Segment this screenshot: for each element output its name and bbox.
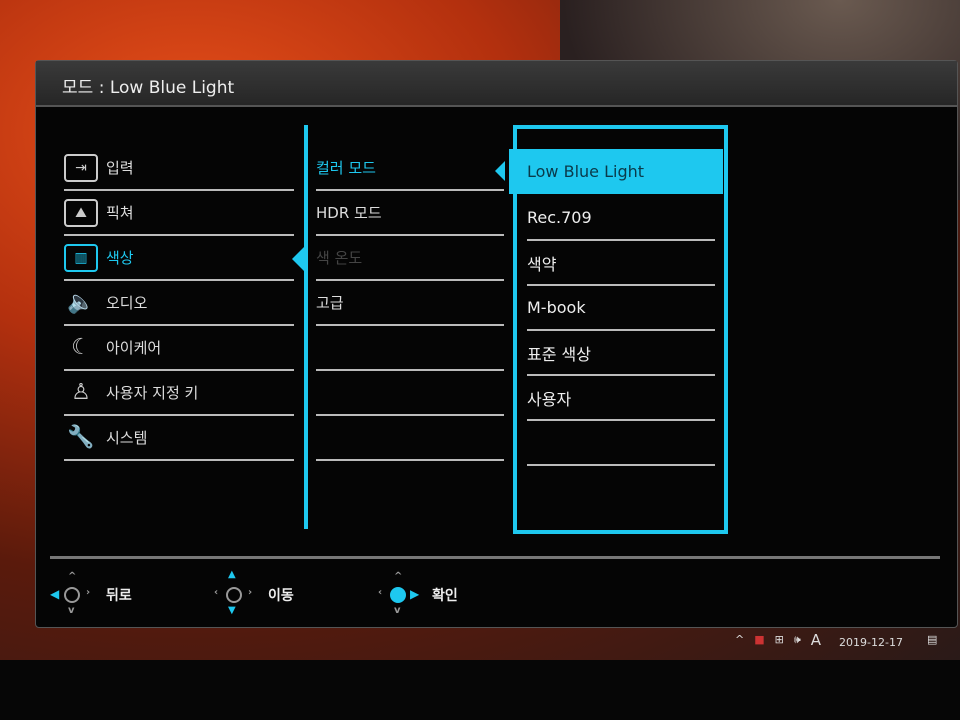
mode-value: Low Blue Light	[109, 78, 235, 98]
menu-item-label: 아이케어	[106, 339, 162, 357]
mode-label: 모드	[62, 78, 94, 98]
menu-item-eyecare[interactable]: ☾ 아이케어	[64, 326, 294, 371]
windows-taskbar-tray: ^ ■ ⊞ 🕪 A 2019-12-17 ▤	[735, 630, 937, 650]
ime-indicator[interactable]: A	[811, 631, 821, 649]
submenu-label: HDR 모드	[316, 204, 382, 222]
submenu-label: 컬러 모드	[316, 159, 376, 177]
option-standard[interactable]: 표준 색상	[527, 331, 715, 376]
option-rec709[interactable]: Rec.709	[527, 196, 715, 241]
submenu-color-mode[interactable]: 컬러 모드	[316, 146, 504, 191]
option-m-book[interactable]: M-book	[527, 286, 715, 331]
option-label: 사용자	[527, 389, 572, 409]
joystick-left-icon: ^ ◀ › v	[50, 571, 91, 616]
osd-menu: 모드 : Low Blue Light ⇥ 입력 ⛰ 픽쳐 ▥ 색상 🔈 오디오 ☾ 아이…	[35, 60, 958, 628]
menu-item-custom-key[interactable]: ♙ 사용자 지정 키	[64, 371, 294, 416]
menu-item-label: 픽쳐	[106, 204, 134, 222]
column-divider	[304, 125, 308, 529]
highlight-pointer	[495, 161, 505, 181]
menu-item-input[interactable]: ⇥ 입력	[64, 146, 294, 191]
eyecare-icon: ☾	[71, 335, 91, 360]
submenu-empty	[316, 326, 504, 371]
notification-icon[interactable]: ▤	[927, 633, 937, 646]
submenu-advanced[interactable]: 고급	[316, 281, 504, 326]
joystick-updown-icon: ▲ ‹ › ▼	[214, 569, 253, 616]
option-user[interactable]: 사용자	[527, 376, 715, 421]
speaker-icon: 🔈	[67, 290, 95, 315]
option-label: M-book	[527, 298, 586, 317]
menu-item-label: 오디오	[106, 294, 148, 312]
wrench-icon: 🔧	[67, 425, 95, 450]
option-label: Low Blue Light	[527, 162, 645, 181]
submenu-label: 고급	[316, 294, 344, 312]
option-empty	[527, 421, 715, 466]
picture-icon: ⛰	[64, 198, 98, 227]
menu-item-label: 사용자 지정 키	[106, 384, 199, 402]
option-low-blue-light[interactable]: Low Blue Light	[495, 149, 723, 194]
menu-item-label: 색상	[106, 249, 134, 267]
color-mode-options: Low Blue Light Rec.709 색약 M-book 표준 색상 사…	[495, 125, 728, 534]
option-label: 색약	[527, 254, 557, 274]
option-label: Rec.709	[527, 208, 592, 227]
joystick-press-icon: ^ ‹ ▶ v	[378, 571, 420, 616]
submenu-color-temp: 색 온도	[316, 236, 504, 281]
selection-pointer	[292, 247, 304, 271]
input-icon: ⇥	[64, 153, 98, 182]
footer-back: ^ ◀ › v 뒤로	[50, 571, 132, 617]
taskbar-date[interactable]: 2019-12-17	[839, 636, 903, 649]
submenu-hdr-mode[interactable]: HDR 모드	[316, 191, 504, 236]
submenu-empty	[316, 416, 504, 461]
menu-item-picture[interactable]: ⛰ 픽쳐	[64, 191, 294, 236]
submenu-empty	[316, 371, 504, 416]
color-icon: ▥	[64, 243, 98, 272]
menu-item-audio[interactable]: 🔈 오디오	[64, 281, 294, 326]
confirm-label: 확인	[432, 588, 458, 604]
separator: :	[98, 78, 105, 98]
osd-header: 모드 : Low Blue Light	[36, 61, 957, 107]
option-label: 표준 색상	[527, 344, 591, 364]
footer-divider	[50, 556, 940, 559]
keyboard-icon[interactable]: ⊞	[775, 633, 784, 646]
footer-confirm: ^ ‹ ▶ v 확인	[376, 571, 458, 617]
move-label: 이동	[268, 588, 294, 604]
chevron-up-icon[interactable]: ^	[735, 633, 744, 646]
volume-icon[interactable]: 🕪	[794, 633, 801, 647]
option-color-weak[interactable]: 색약	[527, 241, 715, 286]
monitor-bezel	[0, 660, 960, 720]
network-icon[interactable]: ■	[754, 633, 764, 646]
menu-item-color[interactable]: ▥ 색상	[64, 236, 294, 281]
footer-move: ▲ ‹ › ▼ 이동	[212, 569, 294, 617]
menu-item-label: 시스템	[106, 429, 148, 447]
back-label: 뒤로	[106, 588, 132, 604]
menu-item-system[interactable]: 🔧 시스템	[64, 416, 294, 461]
submenu-label: 색 온도	[316, 249, 363, 267]
user-icon: ♙	[71, 380, 91, 405]
menu-item-label: 입력	[106, 159, 134, 177]
